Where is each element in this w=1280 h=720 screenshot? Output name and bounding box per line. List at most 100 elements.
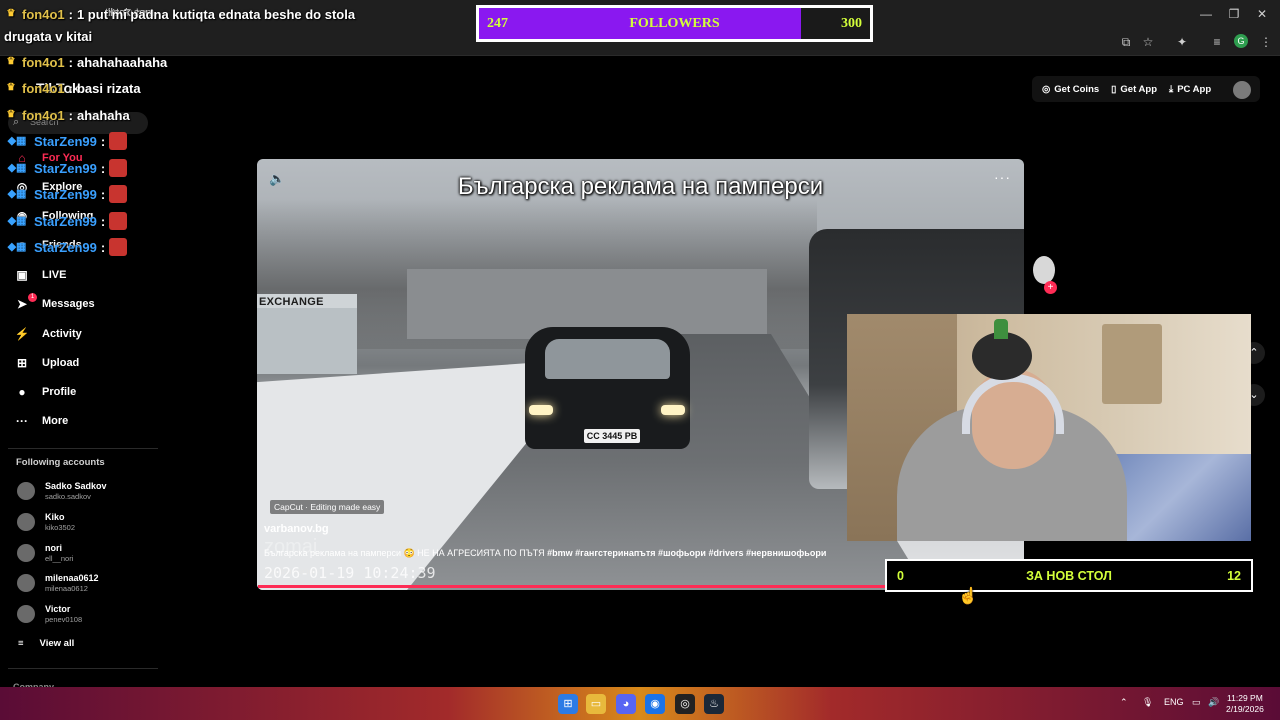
nav-label: More bbox=[42, 415, 69, 427]
chat-text: ahahaha bbox=[76, 107, 130, 123]
pc-app-label: PC App bbox=[1177, 83, 1212, 95]
nav-label: Profile bbox=[42, 386, 77, 398]
tray-chevron-icon[interactable]: ⌃ bbox=[1120, 697, 1128, 708]
nav-messages[interactable]: ➤ Messages bbox=[14, 293, 95, 315]
chat-username: fon4o1 bbox=[22, 80, 65, 96]
nav-label: Activity bbox=[42, 328, 82, 340]
start-icon[interactable]: ⊞ bbox=[558, 694, 578, 714]
table-goal-bar: 0 ЗА НОВ СТОЛ 12 bbox=[885, 559, 1253, 592]
view-all-link[interactable]: ≡ View all bbox=[18, 638, 74, 649]
minimize-button[interactable]: — bbox=[1196, 6, 1216, 22]
screen: YouTube — ❐ ✕ tiktok.com ⧉ ☆ ✦ ≡ G ⋮ Tik… bbox=[0, 0, 1280, 720]
get-coins-button[interactable]: ◎ Get Coins bbox=[1042, 84, 1099, 95]
chat-message: ◆▦ StarZen99: bbox=[4, 211, 128, 231]
steam-icon[interactable]: ♨ bbox=[704, 694, 724, 714]
system-clock[interactable]: 11:29 PM 2/19/2026 bbox=[1226, 693, 1264, 715]
plush-hat bbox=[994, 319, 1008, 339]
account-handle: ell__nori bbox=[45, 554, 74, 563]
microphone-icon[interactable]: 🎙 bbox=[1142, 697, 1153, 708]
account-handle: kiko3502 bbox=[45, 523, 76, 532]
table-goal-label: ЗА НОВ СТОЛ bbox=[1026, 568, 1112, 583]
live-icon: ▣ bbox=[16, 268, 28, 282]
avatar bbox=[17, 574, 35, 592]
creator-avatar[interactable] bbox=[1033, 256, 1055, 284]
following-account[interactable]: Sadko Sadkov sadko.sadkov bbox=[17, 478, 107, 504]
maximize-button[interactable]: ❐ bbox=[1224, 6, 1244, 22]
close-window-button[interactable]: ✕ bbox=[1252, 6, 1272, 22]
volume-icon[interactable]: 🔈 bbox=[269, 171, 285, 187]
video-author[interactable]: varbanov.bg bbox=[264, 523, 329, 535]
video-more-icon[interactable]: ··· bbox=[994, 169, 1011, 185]
avatar bbox=[17, 544, 35, 562]
car-headlight bbox=[661, 405, 685, 415]
pc-app-button[interactable]: ⤓ PC App bbox=[1169, 84, 1211, 95]
coin-icon: ◎ bbox=[1042, 83, 1051, 95]
chrome-icon[interactable]: ◉ bbox=[645, 694, 665, 714]
crown-badge-icon: ♛ bbox=[6, 82, 16, 93]
language-indicator[interactable]: ENG bbox=[1164, 697, 1184, 707]
chat-message: ♛ fon4o1: ahahahaahaha bbox=[4, 52, 168, 72]
description-text: Българска реклама на памперси 😳 НЕ НА АГ… bbox=[264, 548, 545, 558]
license-plate: СС 3445 РВ bbox=[584, 429, 640, 443]
chat-text: ahahahaahaha bbox=[76, 54, 168, 70]
nav-live[interactable]: ▣ LIVE bbox=[14, 264, 66, 286]
emote-icon bbox=[109, 159, 128, 177]
video-description: Българска реклама на памперси 😳 НЕ НА АГ… bbox=[264, 548, 864, 559]
following-account[interactable]: milenaa0612 milenaa0612 bbox=[17, 570, 99, 596]
discord-icon[interactable]: ◕ bbox=[616, 694, 636, 714]
phone-icon: ▯ bbox=[1111, 83, 1117, 95]
video-progress-fill bbox=[258, 585, 963, 588]
followers-target: 300 bbox=[841, 15, 862, 31]
diamond-badge-icon: ◆▦ bbox=[7, 188, 27, 200]
nav-label: Upload bbox=[42, 357, 80, 369]
following-account[interactable]: nori ell__nori bbox=[17, 540, 73, 566]
account-handle: milenaa0612 bbox=[45, 584, 88, 593]
avatar bbox=[17, 482, 35, 500]
nav-more[interactable]: ··· More bbox=[14, 410, 68, 432]
chat-text: drugata v kitai bbox=[4, 28, 93, 44]
bookmark-star-icon[interactable]: ☆ bbox=[1140, 34, 1156, 50]
diamond-badge-icon: ◆▦ bbox=[7, 215, 27, 227]
chat-message: ◆▦ StarZen99: bbox=[4, 237, 128, 257]
nav-activity[interactable]: ⚡ Activity bbox=[14, 323, 82, 345]
display-icon[interactable]: ▭ bbox=[1192, 697, 1201, 708]
volume-tray-icon[interactable]: 🔊 bbox=[1208, 697, 1219, 708]
list-icon: ≡ bbox=[18, 638, 24, 649]
profile-icon: ● bbox=[18, 385, 26, 399]
chat-message: ♛ fon4o1: basi rizata bbox=[4, 78, 141, 98]
chat-username: fon4o1 bbox=[22, 6, 65, 22]
hashtags[interactable]: #bmw #гангстеринапътя #шофьори #drivers … bbox=[547, 548, 826, 558]
more-icon: ··· bbox=[16, 414, 28, 428]
video-title-overlay: Българска реклама на памперси bbox=[457, 173, 824, 200]
browser-menu-icon[interactable]: ⋮ bbox=[1258, 34, 1274, 50]
user-avatar[interactable] bbox=[1233, 81, 1251, 99]
account-handle: sadko.sadkov bbox=[45, 492, 91, 501]
get-app-button[interactable]: ▯ Get App bbox=[1111, 84, 1157, 95]
extensions-icon[interactable]: ✦ bbox=[1174, 34, 1190, 50]
chat-username: fon4o1 bbox=[22, 107, 65, 123]
emote-icon bbox=[109, 238, 128, 256]
following-accounts-title: Following accounts bbox=[16, 457, 105, 468]
following-account[interactable]: Kiko kiko3502 bbox=[17, 509, 75, 535]
obs-icon[interactable]: ◎ bbox=[675, 694, 695, 714]
messages-badge: 1 bbox=[28, 293, 37, 302]
headset bbox=[962, 374, 1064, 434]
reading-list-icon[interactable]: ≡ bbox=[1209, 34, 1225, 50]
follow-plus-button[interactable]: + bbox=[1044, 281, 1057, 294]
browser-profile-avatar[interactable]: G bbox=[1234, 34, 1248, 48]
following-account[interactable]: Victor penev0108 bbox=[17, 601, 82, 627]
nav-profile[interactable]: ● Profile bbox=[14, 381, 76, 403]
account-name: Victor bbox=[45, 604, 71, 614]
chat-text: basi rizata bbox=[76, 80, 141, 96]
emote-icon bbox=[109, 185, 128, 203]
nav-label: LIVE bbox=[42, 269, 67, 281]
chat-username: StarZen99 bbox=[34, 160, 97, 176]
file-explorer-icon[interactable]: ▭ bbox=[586, 694, 606, 714]
nav-upload[interactable]: ⊞ Upload bbox=[14, 352, 79, 374]
webcam-shelf bbox=[1102, 324, 1162, 404]
capcut-tag[interactable]: CapCut · Editing made easy bbox=[270, 500, 385, 514]
windows-taskbar bbox=[0, 687, 1280, 720]
install-app-icon[interactable]: ⧉ bbox=[1118, 34, 1134, 50]
emote-icon bbox=[109, 212, 128, 230]
chat-message-continuation: drugata v kitai bbox=[4, 26, 92, 46]
